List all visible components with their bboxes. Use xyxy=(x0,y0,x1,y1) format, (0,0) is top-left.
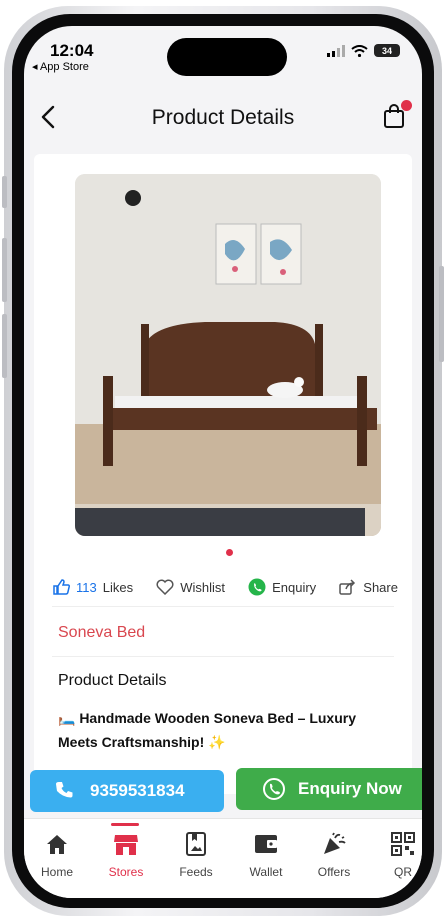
whatsapp-icon xyxy=(263,778,285,800)
call-button[interactable]: 9359531834 xyxy=(30,770,224,812)
dynamic-island xyxy=(167,38,287,76)
cart-badge xyxy=(401,100,412,111)
like-button[interactable]: 113 Likes xyxy=(52,578,133,596)
page-title: Product Details xyxy=(151,106,295,129)
tab-label: Offers xyxy=(317,865,351,879)
call-button-label: 9359531834 xyxy=(90,781,185,800)
tab-stores[interactable]: Stores xyxy=(94,831,158,879)
mute-switch xyxy=(2,176,7,208)
enquiry-now-label: Enquiry Now xyxy=(298,779,402,798)
divider xyxy=(52,606,394,607)
active-tab-indicator xyxy=(111,823,139,826)
power-button xyxy=(439,266,444,362)
tab-label: Stores xyxy=(108,865,144,879)
phone-frame: 12:04 ◂ App Store 34 Product Details 113… xyxy=(2,6,444,916)
tab-qr[interactable]: QR xyxy=(371,831,422,879)
product-image[interactable] xyxy=(75,174,381,536)
tab-label: Feeds xyxy=(179,865,213,879)
product-description: 🛏️ Handmade Wooden Soneva Bed – Luxury M… xyxy=(58,710,357,750)
tab-label: Wallet xyxy=(249,865,283,879)
whatsapp-icon xyxy=(248,578,266,596)
wallet-icon xyxy=(255,835,277,853)
divider xyxy=(52,656,394,657)
share-button[interactable]: Share xyxy=(339,579,398,595)
likes-count: 113 xyxy=(76,579,97,595)
status-icons: 34 xyxy=(327,44,400,57)
qr-icon xyxy=(391,832,415,856)
tab-feeds[interactable]: Feeds xyxy=(164,831,228,879)
enquiry-now-button[interactable]: Enquiry Now xyxy=(236,768,422,810)
tab-wallet[interactable]: Wallet xyxy=(234,831,298,879)
bed-photo xyxy=(75,174,381,536)
volume-down-button xyxy=(2,314,7,378)
tab-home[interactable]: Home xyxy=(25,831,89,879)
product-details-heading: Product Details xyxy=(58,672,167,689)
cart-button[interactable] xyxy=(380,100,412,132)
phone-icon xyxy=(56,782,73,798)
tab-label: QR xyxy=(394,865,412,879)
home-icon xyxy=(47,835,67,854)
thumbs-up-icon xyxy=(53,579,70,595)
bottom-tab-bar: Home Stores Feeds Wallet Offers QR xyxy=(24,818,422,898)
signal-icon xyxy=(327,44,345,57)
party-popper-icon xyxy=(324,832,346,854)
product-card: 113 Likes Wishlist Enquiry Share Soneva … xyxy=(34,154,412,794)
store-icon xyxy=(114,835,138,855)
wishlist-label: Wishlist xyxy=(180,579,225,595)
enquiry-button[interactable]: Enquiry xyxy=(248,578,316,596)
header: Product Details xyxy=(24,96,422,140)
wishlist-button[interactable]: Wishlist xyxy=(156,579,225,595)
wifi-icon xyxy=(351,44,368,57)
tab-offers[interactable]: Offers xyxy=(302,831,366,879)
feeds-icon xyxy=(186,832,206,856)
enquiry-label: Enquiry xyxy=(272,579,317,595)
status-time: 12:04 xyxy=(50,41,94,60)
share-label: Share xyxy=(363,579,398,595)
carousel-indicator[interactable] xyxy=(226,549,233,556)
volume-up-button xyxy=(2,238,7,302)
battery-icon: 34 xyxy=(374,44,400,57)
tab-label: Home xyxy=(40,865,73,879)
product-name: Soneva Bed xyxy=(58,624,146,641)
screen: 12:04 ◂ App Store 34 Product Details 113… xyxy=(24,26,422,898)
back-to-app-store-link[interactable]: ◂ App Store xyxy=(32,60,89,73)
share-icon xyxy=(339,579,356,595)
likes-label: Likes xyxy=(102,579,134,595)
heart-icon xyxy=(156,579,174,595)
product-actions: 113 Likes Wishlist Enquiry Share xyxy=(52,572,398,602)
